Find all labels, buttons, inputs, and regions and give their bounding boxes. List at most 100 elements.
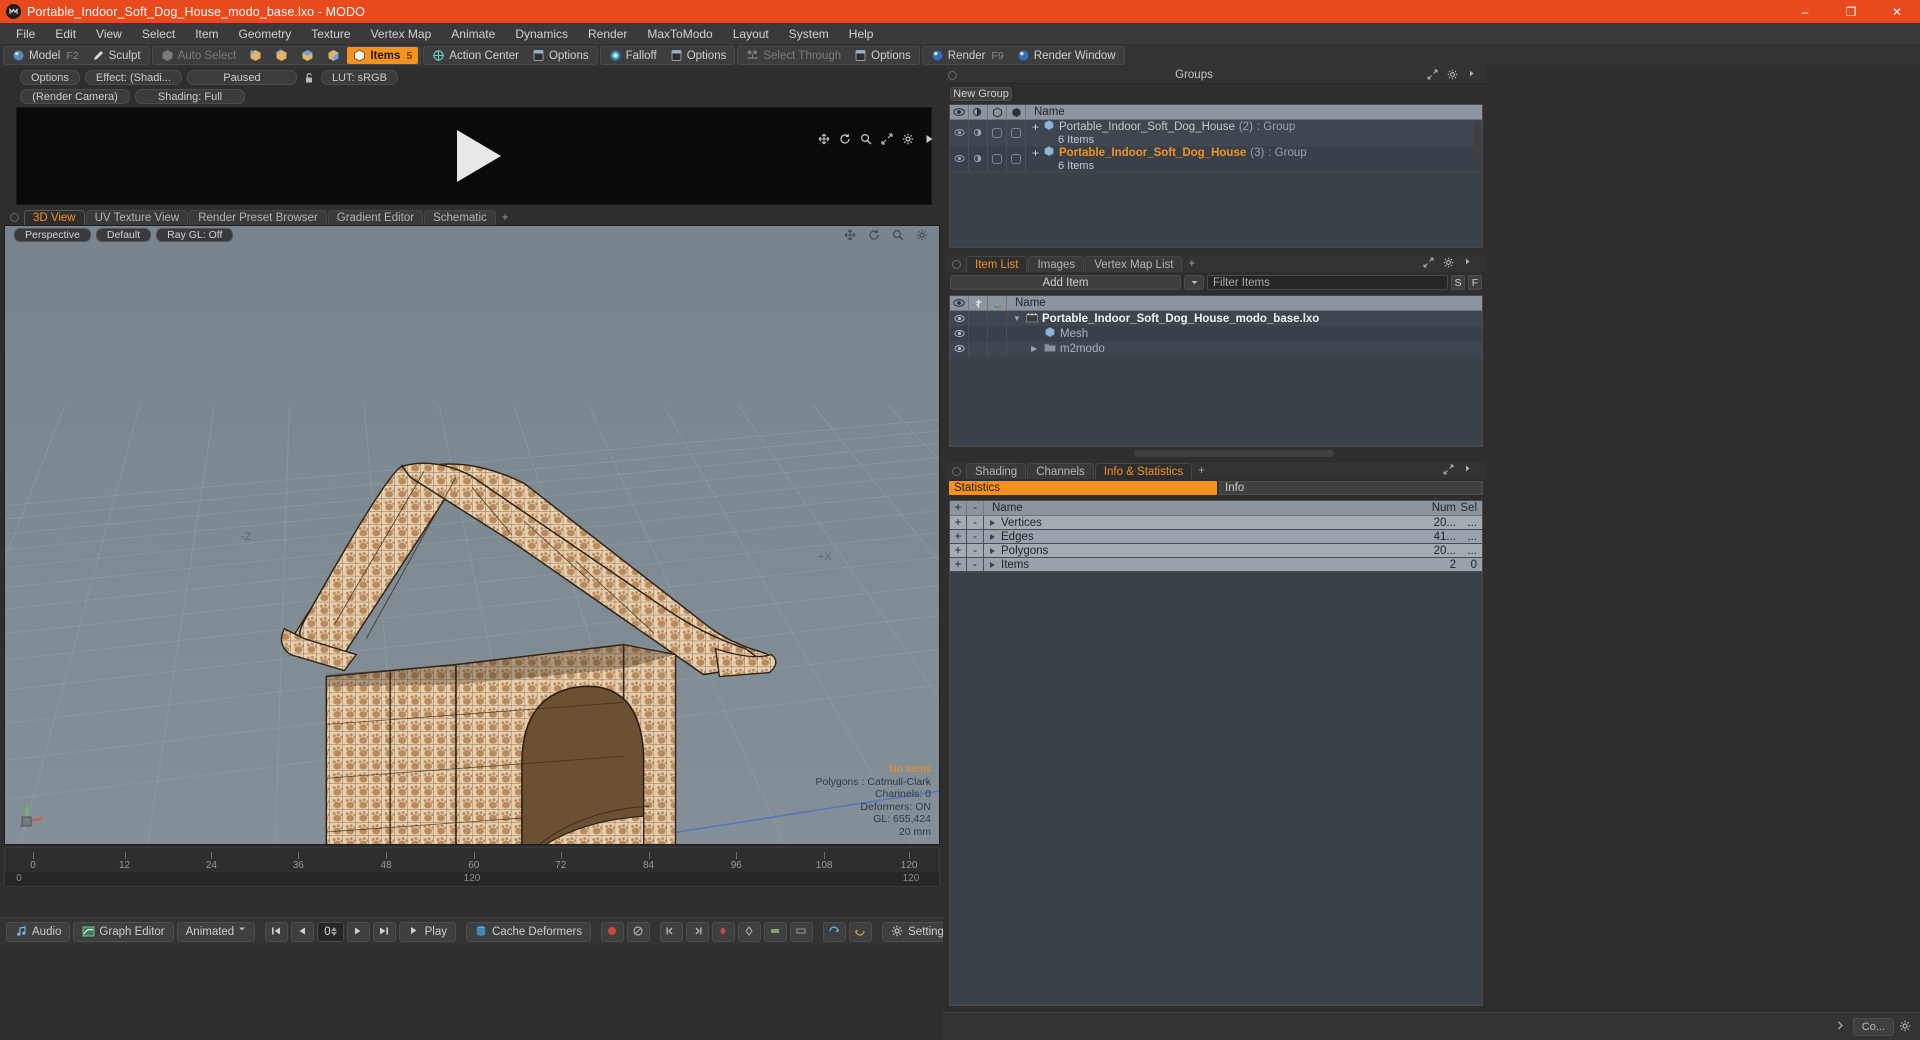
wire-icon[interactable] bbox=[1007, 105, 1026, 120]
groups-list[interactable]: Name + Portable_Indoor_Soft_Dog_House (2):… bbox=[949, 104, 1483, 248]
stat-remove-button[interactable]: - bbox=[967, 557, 984, 572]
expander-icon[interactable]: + bbox=[1032, 146, 1039, 160]
row-lock-toggle[interactable] bbox=[969, 342, 988, 355]
statistics-list[interactable]: + - Name Num Sel + - Vertices 20...... + - Edg… bbox=[949, 500, 1483, 1006]
auto-select-button[interactable]: Auto Select bbox=[155, 47, 243, 64]
lock-icon[interactable] bbox=[969, 296, 988, 311]
range-end-button[interactable] bbox=[790, 921, 814, 942]
command-chip[interactable]: Co... bbox=[1852, 1017, 1894, 1036]
panel-handle-icon[interactable] bbox=[952, 467, 961, 476]
expander-icon[interactable]: ▼ bbox=[1013, 314, 1022, 323]
zoom-icon[interactable] bbox=[892, 229, 905, 242]
stat-name-cell[interactable]: Items bbox=[984, 559, 1433, 571]
render-window-button[interactable]: Render Window bbox=[1011, 47, 1122, 64]
menu-edit[interactable]: Edit bbox=[45, 24, 86, 44]
row-axis-toggle[interactable] bbox=[988, 312, 1007, 325]
stat-remove-button[interactable]: - bbox=[967, 515, 984, 530]
rotate-icon[interactable] bbox=[839, 133, 851, 145]
gear-icon[interactable] bbox=[902, 133, 914, 145]
stat-add-button[interactable]: + bbox=[950, 529, 967, 544]
expander-icon[interactable] bbox=[990, 547, 995, 554]
options-button[interactable]: Options bbox=[664, 47, 733, 64]
step-forward-button[interactable] bbox=[346, 921, 370, 942]
select-through-button[interactable]: Select Through bbox=[740, 47, 847, 64]
eye-icon[interactable] bbox=[950, 296, 969, 311]
model-button[interactable]: Model F2 bbox=[6, 47, 85, 64]
play-arrow-icon[interactable] bbox=[923, 133, 935, 145]
key-set-button[interactable] bbox=[712, 921, 736, 942]
move-icon[interactable] bbox=[844, 229, 857, 242]
menu-render[interactable]: Render bbox=[578, 24, 637, 44]
tab-shading[interactable]: Shading bbox=[966, 463, 1027, 479]
menu-dynamics[interactable]: Dynamics bbox=[505, 24, 578, 44]
viewport-tab-gradient-editor[interactable]: Gradient Editor bbox=[327, 210, 424, 225]
action-center-button[interactable]: Action Center bbox=[426, 47, 525, 64]
preview-options-button[interactable]: Options bbox=[20, 70, 80, 85]
viewport-tab-3d-view[interactable]: 3D View bbox=[24, 210, 85, 225]
tab-item-list[interactable]: Item List bbox=[966, 256, 1028, 272]
row-eye-icon[interactable] bbox=[950, 312, 969, 325]
viewport-perspective-button[interactable]: Perspective bbox=[14, 228, 91, 242]
item-list-row[interactable]: Mesh bbox=[950, 326, 1482, 341]
skip-end-button[interactable] bbox=[372, 921, 396, 942]
new-group-button[interactable]: New Group bbox=[950, 87, 1012, 101]
render-vis-icon[interactable] bbox=[969, 105, 988, 120]
zoom-icon[interactable] bbox=[860, 133, 872, 145]
add-item-dropdown-arrow[interactable] bbox=[1184, 275, 1204, 290]
menu-view[interactable]: View bbox=[86, 24, 132, 44]
filter-items-input[interactable]: Filter Items bbox=[1207, 275, 1448, 290]
tab-vertex-map-list[interactable]: Vertex Map List bbox=[1085, 256, 1183, 272]
row-eye-icon[interactable] bbox=[950, 146, 969, 171]
item-list-row[interactable]: ▶ m2modo bbox=[950, 341, 1482, 356]
gear-icon[interactable] bbox=[1443, 257, 1456, 270]
range-start-button[interactable] bbox=[764, 921, 788, 942]
expander-icon[interactable] bbox=[990, 519, 995, 526]
chevron-right-icon[interactable] bbox=[1835, 1020, 1848, 1033]
menu-help[interactable]: Help bbox=[839, 24, 884, 44]
menu-system[interactable]: System bbox=[779, 24, 839, 44]
expander-icon[interactable]: + bbox=[1032, 120, 1039, 134]
item-list[interactable]: Name ▼ Portable_Indoor_Soft_Dog_House_mod… bbox=[949, 295, 1483, 447]
maximize-button[interactable]: ❐ bbox=[1828, 0, 1874, 23]
timeline-range-bar[interactable]: 0 120 120 bbox=[5, 872, 939, 886]
viewport-tab-schematic[interactable]: Schematic bbox=[424, 210, 496, 225]
statistics-row[interactable]: + - Polygons 20...... bbox=[950, 543, 1482, 558]
play-triangle-icon[interactable] bbox=[457, 130, 501, 182]
filter-s-button[interactable]: S bbox=[1451, 275, 1465, 290]
eye-icon[interactable] bbox=[950, 105, 969, 120]
tab-images[interactable]: Images bbox=[1028, 256, 1085, 272]
stats-col-minus[interactable]: - bbox=[967, 501, 984, 516]
row-eye-icon[interactable] bbox=[950, 342, 969, 355]
statistics-row[interactable]: + - Edges 41...... bbox=[950, 529, 1482, 544]
row-shade-toggle[interactable] bbox=[988, 120, 1007, 145]
3d-viewport[interactable]: Perspective Default Ray GL: Off -Z +X No I… bbox=[4, 225, 940, 845]
statistics-row[interactable]: + - Items 2 0 bbox=[950, 557, 1482, 572]
item-list-row[interactable]: ▼ Portable_Indoor_Soft_Dog_House_modo_bas… bbox=[950, 311, 1482, 326]
statistics-tab-label[interactable]: Statistics bbox=[949, 481, 1217, 495]
preview-render-view[interactable] bbox=[16, 107, 932, 205]
menu-texture[interactable]: Texture bbox=[301, 24, 360, 44]
item-row-name-cell[interactable]: ▶ m2modo bbox=[1007, 342, 1482, 356]
statistics-row[interactable]: + - Vertices 20...... bbox=[950, 515, 1482, 530]
loop-a-button[interactable] bbox=[823, 921, 847, 942]
cache-deformers-button[interactable]: Cache Deformers bbox=[466, 921, 592, 942]
move-icon[interactable] bbox=[818, 133, 830, 145]
panel-handle-icon[interactable] bbox=[952, 260, 961, 269]
loop-b-button[interactable] bbox=[849, 921, 873, 942]
menu-layout[interactable]: Layout bbox=[723, 24, 779, 44]
timeline-range-center[interactable]: 120 bbox=[464, 873, 481, 884]
vertex-select-button[interactable] bbox=[243, 47, 268, 64]
item-row-name-cell[interactable]: Mesh bbox=[1007, 326, 1482, 341]
maximize-panel-icon[interactable] bbox=[1443, 464, 1456, 477]
material-select-button[interactable] bbox=[321, 47, 346, 64]
current-frame-field[interactable]: 0 bbox=[317, 921, 344, 942]
row-axis-toggle[interactable] bbox=[988, 342, 1007, 355]
step-back-button[interactable] bbox=[291, 921, 315, 942]
polygon-select-button[interactable] bbox=[295, 47, 320, 64]
preview-paused-button[interactable]: Paused bbox=[186, 70, 297, 85]
stat-name-cell[interactable]: Vertices bbox=[984, 517, 1433, 529]
minimize-button[interactable]: – bbox=[1782, 0, 1828, 23]
groups-row-name-cell[interactable]: + Portable_Indoor_Soft_Dog_House (2): Grou… bbox=[1026, 120, 1482, 147]
chevron-right-icon[interactable] bbox=[1463, 257, 1476, 270]
key-next-button[interactable] bbox=[686, 921, 710, 942]
